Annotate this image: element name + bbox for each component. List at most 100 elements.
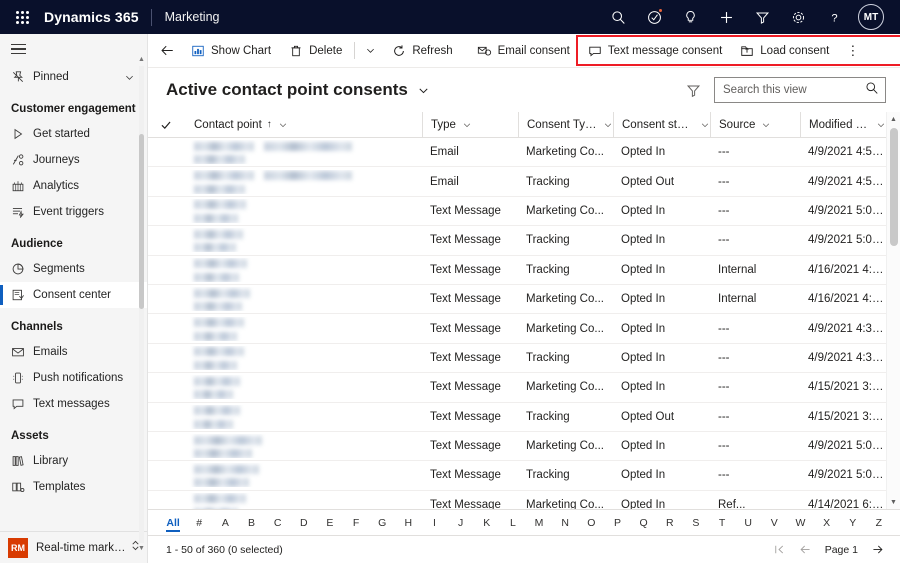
table-row[interactable]: Text Message Tracking Opted In Internal 4/16… <box>148 256 900 285</box>
grid-scroll-down-icon[interactable]: ▼ <box>887 495 900 509</box>
alpha-filter-u[interactable]: U <box>735 510 761 536</box>
cell-contact-point[interactable] <box>186 317 422 341</box>
waffle-grid-icon[interactable] <box>0 10 44 24</box>
alpha-filter-c[interactable]: C <box>265 510 291 536</box>
alpha-filter-v[interactable]: V <box>761 510 787 536</box>
first-page-icon[interactable] <box>767 539 793 561</box>
gear-icon[interactable] <box>780 0 816 34</box>
sidebar-item-text-messages[interactable]: Text messages <box>0 391 147 417</box>
brand-title[interactable]: Dynamics 365 <box>44 9 151 25</box>
prev-page-icon[interactable] <box>793 539 819 561</box>
column-header-modified-on[interactable]: Modified On <box>800 111 886 138</box>
cell-contact-point[interactable] <box>186 346 422 370</box>
table-row[interactable]: Text Message Marketing Co... Opted In --- 4/… <box>148 197 900 227</box>
alpha-filter-b[interactable]: B <box>238 510 264 536</box>
lightbulb-icon[interactable] <box>672 0 708 34</box>
table-row[interactable]: Text Message Marketing Co... Opted In Inter… <box>148 285 900 315</box>
more-vertical-icon[interactable]: ⋮ <box>838 36 867 66</box>
scroll-up-icon[interactable]: ▲ <box>137 56 146 64</box>
alpha-filter-i[interactable]: I <box>421 510 447 536</box>
cell-contact-point[interactable] <box>186 463 422 488</box>
cell-contact-point[interactable] <box>186 199 422 223</box>
sidebar-item-get-started[interactable]: Get started <box>0 121 147 147</box>
filter-icon[interactable] <box>744 0 780 34</box>
assistant-check-icon[interactable] <box>636 0 672 34</box>
overflow-chevron-down-icon[interactable] <box>358 36 383 66</box>
chevron-down-icon[interactable] <box>278 120 288 130</box>
sidebar-item-emails[interactable]: Emails <box>0 339 147 365</box>
alpha-filter-d[interactable]: D <box>291 510 317 536</box>
view-selector[interactable]: Active contact point consents <box>166 80 430 100</box>
cell-contact-point[interactable] <box>186 140 422 165</box>
sidebar-item-templates[interactable]: Templates <box>0 474 147 500</box>
sidebar-scroll-thumb[interactable] <box>139 134 144 309</box>
sidebar-item-segments[interactable]: Segments <box>0 256 147 282</box>
column-header-source[interactable]: Source <box>710 111 800 138</box>
alpha-filter-k[interactable]: K <box>474 510 500 536</box>
table-row[interactable]: Text Message Tracking Opted In --- 4/9/2021 … <box>148 226 900 256</box>
chevron-down-icon[interactable] <box>876 120 886 130</box>
sidebar-item-journeys[interactable]: Journeys <box>0 147 147 173</box>
alpha-filter-p[interactable]: P <box>604 510 630 536</box>
alpha-filter-g[interactable]: G <box>369 510 395 536</box>
alpha-filter-#[interactable]: # <box>186 510 212 536</box>
email-consent-button[interactable]: Email consent <box>468 36 579 66</box>
plus-icon[interactable] <box>708 0 744 34</box>
alpha-filter-x[interactable]: X <box>814 510 840 536</box>
column-header-type[interactable]: Type <box>422 111 518 138</box>
search-input[interactable] <box>723 84 865 96</box>
load-consent-button[interactable]: Load consent <box>731 36 838 66</box>
table-row[interactable]: Text Message Marketing Co... Opted In --- 4/… <box>148 314 900 344</box>
alpha-filter-f[interactable]: F <box>343 510 369 536</box>
cell-contact-point[interactable] <box>186 170 422 194</box>
chevron-down-icon[interactable] <box>462 120 472 130</box>
next-page-icon[interactable] <box>864 539 890 561</box>
avatar[interactable]: MT <box>858 4 884 30</box>
table-row[interactable]: Text Message Marketing Co... Opted In --- 4/… <box>148 373 900 403</box>
alpha-filter-q[interactable]: Q <box>631 510 657 536</box>
chevron-down-icon[interactable] <box>700 120 710 130</box>
search-icon[interactable] <box>865 81 879 100</box>
select-all-checkbox[interactable] <box>160 119 186 131</box>
cell-contact-point[interactable] <box>186 375 422 400</box>
sidebar-item-push-notifications[interactable]: Push notifications <box>0 365 147 391</box>
sidebar-scrollbar[interactable]: ▲ ▼ <box>137 56 146 553</box>
cell-contact-point[interactable] <box>186 258 422 282</box>
alpha-filter-l[interactable]: L <box>500 510 526 536</box>
alpha-filter-h[interactable]: H <box>395 510 421 536</box>
delete-button[interactable]: Delete <box>280 36 351 66</box>
alpha-filter-e[interactable]: E <box>317 510 343 536</box>
grid-scroll-thumb[interactable] <box>890 128 898 246</box>
chevron-down-icon[interactable] <box>417 84 430 97</box>
sidebar-item-library[interactable]: Library <box>0 448 147 474</box>
alpha-filter-w[interactable]: W <box>787 510 813 536</box>
sidebar-item-analytics[interactable]: Analytics <box>0 173 147 199</box>
app-name-label[interactable]: Marketing <box>152 10 220 24</box>
hamburger-icon[interactable] <box>0 34 147 64</box>
cell-contact-point[interactable] <box>186 228 422 253</box>
alpha-filter-z[interactable]: Z <box>866 510 892 536</box>
column-header-consent-status[interactable]: Consent status <box>613 111 710 138</box>
filter-funnel-icon[interactable] <box>678 75 708 105</box>
chevron-down-icon[interactable] <box>603 120 613 130</box>
search-view-box[interactable] <box>714 77 886 103</box>
scroll-down-icon[interactable]: ▼ <box>137 545 146 553</box>
alpha-filter-all[interactable]: All <box>160 510 186 536</box>
alpha-filter-n[interactable]: N <box>552 510 578 536</box>
column-header-consent-type-value[interactable]: Consent Type Va... <box>518 111 613 138</box>
cell-contact-point[interactable] <box>186 405 422 429</box>
alpha-filter-m[interactable]: M <box>526 510 552 536</box>
alpha-filter-s[interactable]: S <box>683 510 709 536</box>
cell-contact-point[interactable] <box>186 493 422 509</box>
table-row[interactable]: Text Message Marketing Co... Opted In Ref..… <box>148 491 900 509</box>
table-row[interactable]: Email Tracking Opted Out --- 4/9/2021 4:58 .… <box>148 167 900 197</box>
table-row[interactable]: Email Marketing Co... Opted In --- 4/9/2021 … <box>148 138 900 168</box>
cell-contact-point[interactable] <box>186 287 422 312</box>
show-chart-button[interactable]: Show Chart <box>182 36 280 66</box>
column-header-contact-point[interactable]: Contact point ↑ <box>186 112 422 138</box>
search-icon[interactable] <box>600 0 636 34</box>
alpha-filter-o[interactable]: O <box>578 510 604 536</box>
text-message-consent-button[interactable]: Text message consent <box>579 36 731 66</box>
table-row[interactable]: Text Message Tracking Opted Out --- 4/15/202… <box>148 403 900 432</box>
table-row[interactable]: Text Message Tracking Opted In --- 4/9/2021 … <box>148 461 900 491</box>
